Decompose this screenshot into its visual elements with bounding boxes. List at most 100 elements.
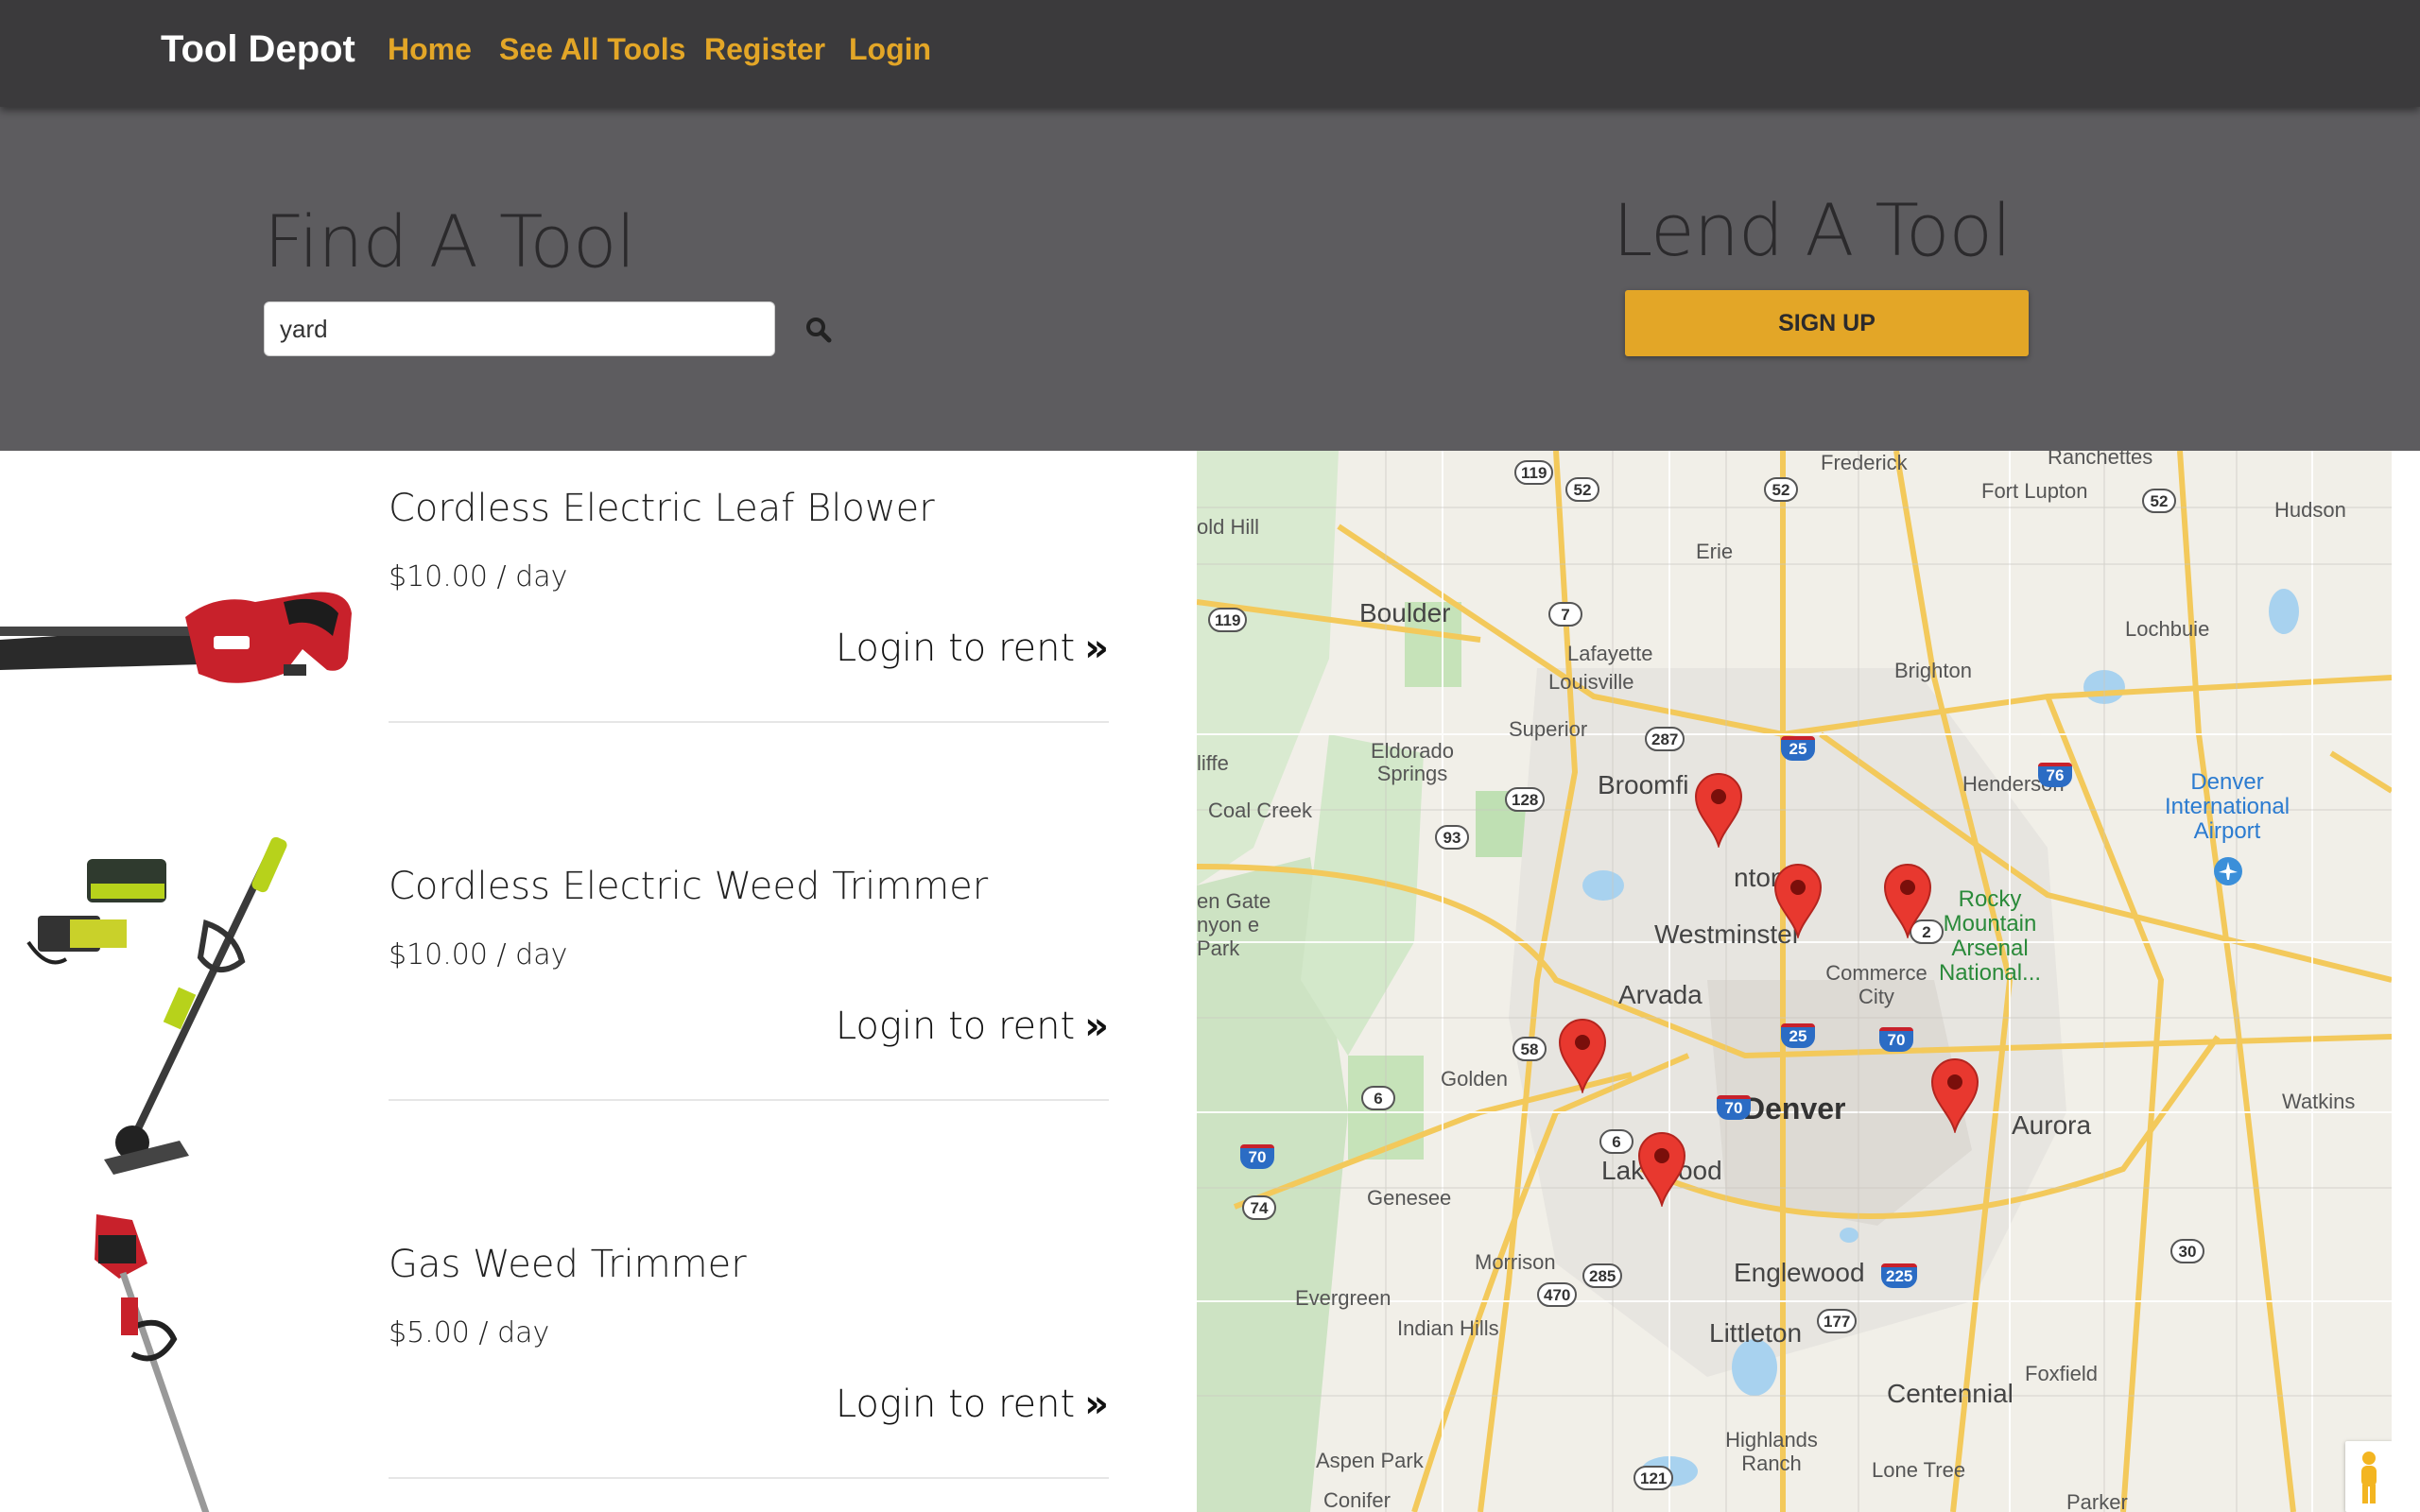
map-label: Aurora xyxy=(2012,1110,2092,1140)
search-icon[interactable] xyxy=(800,311,838,349)
map-marker-icon[interactable] xyxy=(1558,1018,1607,1095)
highway-shield: 25 xyxy=(1781,736,1815,761)
tool-price: $10.00 / day xyxy=(389,938,568,971)
search-input[interactable] xyxy=(264,301,775,356)
map-label: Genesee xyxy=(1367,1186,1452,1210)
tool-price: $10.00 / day xyxy=(389,560,568,593)
highway-shield: 52 xyxy=(2142,489,2176,513)
map-marker-icon[interactable] xyxy=(1930,1057,1979,1135)
nav-home-link[interactable]: Home xyxy=(388,32,472,67)
double-chevron-right-icon: » xyxy=(1084,1383,1109,1426)
map-label: Morrison xyxy=(1475,1250,1556,1274)
login-to-rent-link[interactable]: Login to rent» xyxy=(836,1383,1109,1426)
map-label: Eldorado Springs xyxy=(1370,739,1455,785)
item-divider xyxy=(389,721,1109,723)
highway-shield: 70 xyxy=(1240,1144,1274,1169)
rent-link-label: Login to rent xyxy=(835,1005,1076,1048)
highway-shield: 121 xyxy=(1634,1466,1674,1490)
map-label: old Hill xyxy=(1197,515,1260,539)
nav-login-link[interactable]: Login xyxy=(849,32,931,67)
tool-name[interactable]: Gas Weed Trimmer xyxy=(389,1243,747,1286)
highway-shield: 7 xyxy=(1548,602,1582,627)
map-label: Littleton xyxy=(1709,1318,1803,1348)
map-marker-icon[interactable] xyxy=(1637,1131,1686,1209)
tool-list-item: Cordless Electric Weed Trimmer $10.00 / … xyxy=(0,829,1197,1207)
map-label: Lone Tree xyxy=(1872,1458,1966,1482)
lend-tool-heading: Lend A Tool xyxy=(1613,188,2012,272)
map-marker-icon[interactable] xyxy=(1883,863,1932,940)
leaf-blower-image[interactable] xyxy=(0,451,359,829)
brand-logo[interactable]: Tool Depot xyxy=(161,28,355,71)
tool-name[interactable]: Cordless Electric Weed Trimmer xyxy=(389,865,988,908)
map-label: Louisville xyxy=(1548,670,1634,694)
top-navbar: Tool Depot Home See All Tools Register L… xyxy=(0,0,2420,107)
rent-link-label: Login to rent xyxy=(835,1383,1076,1426)
tool-price: $5.00 / day xyxy=(389,1316,550,1349)
highway-shield: 52 xyxy=(1764,477,1798,502)
map-view[interactable]: Frederick Ranchettes Fort Lupton Hudson … xyxy=(1197,451,2392,1512)
map-marker-icon[interactable] xyxy=(1773,863,1823,940)
map-label: Aspen Park xyxy=(1316,1449,1424,1472)
highway-shield: 119 xyxy=(1514,460,1554,485)
highway-shield: 225 xyxy=(1881,1263,1918,1288)
map-label: Evergreen xyxy=(1295,1286,1392,1310)
map-label: Erie xyxy=(1696,540,1734,563)
highway-shield: 52 xyxy=(1565,477,1599,502)
highway-shield: 6 xyxy=(1599,1129,1634,1154)
map-label: Highlands Ranch xyxy=(1725,1428,1818,1475)
highway-shield: 93 xyxy=(1435,825,1469,850)
highway-shield: 128 xyxy=(1505,787,1546,812)
sign-up-button[interactable]: SIGN UP xyxy=(1625,290,2029,356)
find-tool-heading: Find A Tool xyxy=(264,199,636,284)
map-label: liffe xyxy=(1197,751,1229,775)
highway-shield: 285 xyxy=(1582,1263,1623,1288)
map-label: Watkins xyxy=(2282,1090,2356,1113)
map-label: Frederick xyxy=(1821,451,1908,474)
nav-see-all-tools-link[interactable]: See All Tools xyxy=(499,32,685,67)
tool-name[interactable]: Cordless Electric Leaf Blower xyxy=(389,487,935,530)
item-divider xyxy=(389,1099,1109,1101)
map-label: Rocky Mountain Arsenal National... xyxy=(1938,886,2042,986)
double-chevron-right-icon: » xyxy=(1084,627,1109,670)
double-chevron-right-icon: » xyxy=(1084,1005,1109,1048)
highway-shield: 25 xyxy=(1781,1023,1815,1048)
highway-shield: 6 xyxy=(1361,1086,1395,1110)
map-label: Coal Creek xyxy=(1208,799,1313,822)
map-label: Indian Hills xyxy=(1397,1316,1499,1340)
map-label: Broomfi xyxy=(1598,770,1689,799)
map-label: Lafayette xyxy=(1567,642,1653,665)
highway-shield: 177 xyxy=(1817,1309,1858,1333)
map-label: Denver International Airport xyxy=(2164,769,2290,844)
map-label: Golden xyxy=(1441,1067,1508,1091)
map-marker-icon[interactable] xyxy=(1694,772,1743,850)
gas-trimmer-image[interactable] xyxy=(0,1207,359,1512)
map-label: Parker xyxy=(2066,1490,2128,1512)
map-label: Hudson xyxy=(2274,498,2346,522)
map-label: Ranchettes xyxy=(2048,451,2153,469)
map-label: Lochbuie xyxy=(2125,617,2210,641)
highway-shield: 70 xyxy=(1717,1095,1751,1120)
login-to-rent-link[interactable]: Login to rent» xyxy=(836,1005,1109,1048)
highway-shield: 74 xyxy=(1242,1195,1276,1220)
map-label: en Gate nyon e Park xyxy=(1197,889,1271,960)
highway-shield: 287 xyxy=(1645,727,1685,751)
map-label: Superior xyxy=(1509,717,1588,741)
highway-shield: 76 xyxy=(2038,763,2072,787)
map-label: Foxfield xyxy=(2025,1362,2099,1385)
rent-link-label: Login to rent xyxy=(835,627,1076,670)
map-label: Boulder xyxy=(1359,598,1451,627)
airport-icon xyxy=(2214,857,2242,885)
highway-shield: 30 xyxy=(2170,1239,2204,1263)
nav-register-link[interactable]: Register xyxy=(704,32,825,67)
item-divider xyxy=(389,1477,1109,1479)
tool-list: Cordless Electric Leaf Blower $10.00 / d… xyxy=(0,451,1197,1512)
map-label: Conifer xyxy=(1323,1488,1391,1512)
map-label: Commerce City xyxy=(1825,961,1927,1008)
highway-shield: 470 xyxy=(1537,1282,1578,1307)
login-to-rent-link[interactable]: Login to rent» xyxy=(836,627,1109,670)
street-view-pegman-icon[interactable] xyxy=(2345,1441,2392,1512)
map-label: Centennial xyxy=(1887,1379,2014,1408)
highway-shield: 119 xyxy=(1208,608,1248,632)
hero-section: Find A Tool Lend A Tool SIGN UP xyxy=(0,107,2420,451)
weed-trimmer-image[interactable] xyxy=(0,829,359,1207)
